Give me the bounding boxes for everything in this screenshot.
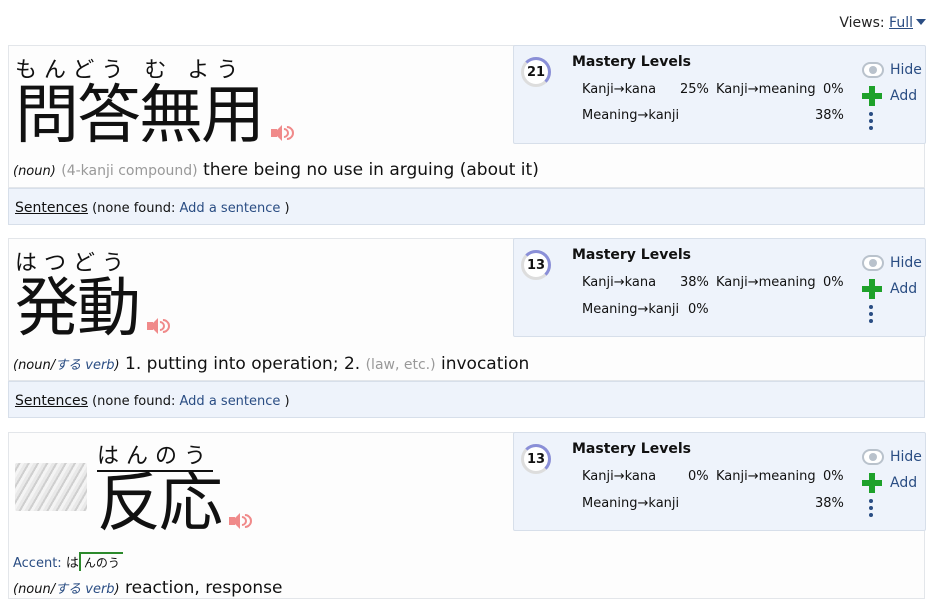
speaker-icon[interactable] [271,122,297,143]
word-block: もんどう む よう 問答無用 [15,52,297,148]
mastery-panel: 13 Mastery Levels Kanji→kana 38% Kanji→m… [513,238,926,337]
gloss-note: (law, etc.) [365,357,436,373]
hide-button[interactable]: Hide [862,447,922,473]
part-of-speech: (noun) [13,164,56,179]
accent-head: は [65,556,79,571]
kanji-kana-value: 38% [680,275,709,290]
more-button[interactable] [862,499,922,525]
entry-image [15,463,87,511]
entry-actions: Hide Add [862,253,922,331]
pos-extra: (4-kanji compound) [61,163,198,179]
plus-icon [862,86,882,106]
kanji-kana-label: Kanji→kana [582,82,657,97]
entry-actions: Hide Add [862,447,922,525]
entry-actions: Hide Add [862,60,922,138]
part-of-speech: (noun/する verb) [13,358,120,373]
sentences-link[interactable]: Sentences [15,200,88,216]
sentences-none: (none found: [92,201,176,216]
meaning-kanji-label: Meaning→kanji [582,302,680,317]
views-dropdown[interactable]: Full [889,15,913,31]
definition: (noun/する verb) 1. putting into operation… [13,354,529,374]
more-vertical-icon [869,305,873,323]
meaning-kanji-value: 38% [815,108,844,123]
definition: (noun) (4-kanji compound) there being no… [13,160,539,180]
kanji-meaning-label: Kanji→meaning [716,82,816,97]
kanji-meaning-label: Kanji→meaning [716,275,816,290]
mastery-level-circle: 21 [521,57,551,87]
meaning-kanji-value: 0% [688,302,709,317]
mastery-panel: 13 Mastery Levels Kanji→kana 0% Kanji→me… [513,432,926,531]
speaker-icon[interactable] [229,510,255,531]
speaker-icon[interactable] [147,315,173,336]
hide-button[interactable]: Hide [862,60,922,86]
eye-icon [862,449,884,465]
vocab-entry-2: はつどう 発動 (noun/する verb) 1. putting into o… [8,238,926,381]
meaning-kanji-value: 38% [815,496,844,511]
kanji-word: 発動 [15,272,141,346]
mastery-level-circle: 13 [521,444,551,474]
meaning-kanji-label: Meaning→kanji [582,108,680,123]
kanji-meaning-value: 0% [823,82,844,97]
accent-pitch: んのう [78,552,123,571]
eye-icon [862,62,884,78]
paren-close: ) [284,394,290,409]
sentences-none: (none found: [92,394,176,409]
eye-icon [862,255,884,271]
add-sentence-link[interactable]: Add a sentence [180,201,281,216]
kanji-word: 問答無用 [15,79,265,153]
add-button[interactable]: Add [862,279,922,305]
meaning-kanji-label: Meaning→kanji [582,496,680,511]
accent-info: Accent: はんのう [13,552,123,571]
more-button[interactable] [862,112,922,138]
kanji-kana-label: Kanji→kana [582,275,657,290]
add-sentence-link[interactable]: Add a sentence [180,394,281,409]
accent-label: Accent: [13,556,62,571]
gloss-text-1: 1. putting into operation; 2. [125,354,361,374]
more-button[interactable] [862,305,922,331]
kanji-meaning-value: 0% [823,469,844,484]
mastery-panel: 21 Mastery Levels Kanji→kana 25% Kanji→m… [513,45,926,144]
part-of-speech: (noun/する verb) [13,582,120,597]
mastery-level-circle: 13 [521,250,551,280]
plus-icon [862,279,882,299]
mastery-title: Mastery Levels [572,247,691,263]
kanji-meaning-value: 0% [823,275,844,290]
sentences-bar: Sentences (none found: Add a sentence ) [8,188,925,225]
more-vertical-icon [869,112,873,130]
kanji-word: 反応 [97,467,223,541]
gloss-text: reaction, response [125,578,283,598]
gloss-text-2: invocation [441,354,530,374]
vocab-entry-3: はんのう 反応 Accent: はんのう (noun/する verb) reac… [8,432,926,599]
kanji-kana-value: 0% [688,469,709,484]
views-selector: Views: Full [839,15,926,31]
gloss-text: there being no use in arguing (about it) [203,160,539,180]
hide-button[interactable]: Hide [862,253,922,279]
word-block: はんのう 反応 [97,438,255,536]
kanji-kana-label: Kanji→kana [582,469,657,484]
sentences-link[interactable]: Sentences [15,393,88,409]
plus-icon [862,473,882,493]
vocab-entry-1: もんどう む よう 問答無用 (noun) (4-kanji compound)… [8,45,926,188]
kanji-meaning-label: Kanji→meaning [716,469,816,484]
more-vertical-icon [869,499,873,517]
sentences-bar: Sentences (none found: Add a sentence ) [8,381,925,418]
kanji-kana-value: 25% [680,82,709,97]
word-block: はつどう 発動 [15,245,173,341]
add-button[interactable]: Add [862,473,922,499]
add-button[interactable]: Add [862,86,922,112]
mastery-title: Mastery Levels [572,54,691,70]
paren-close: ) [284,201,290,216]
chevron-down-icon[interactable] [916,19,926,25]
views-label: Views: [839,15,885,31]
mastery-title: Mastery Levels [572,441,691,457]
definition: (noun/する verb) reaction, response [13,578,282,598]
